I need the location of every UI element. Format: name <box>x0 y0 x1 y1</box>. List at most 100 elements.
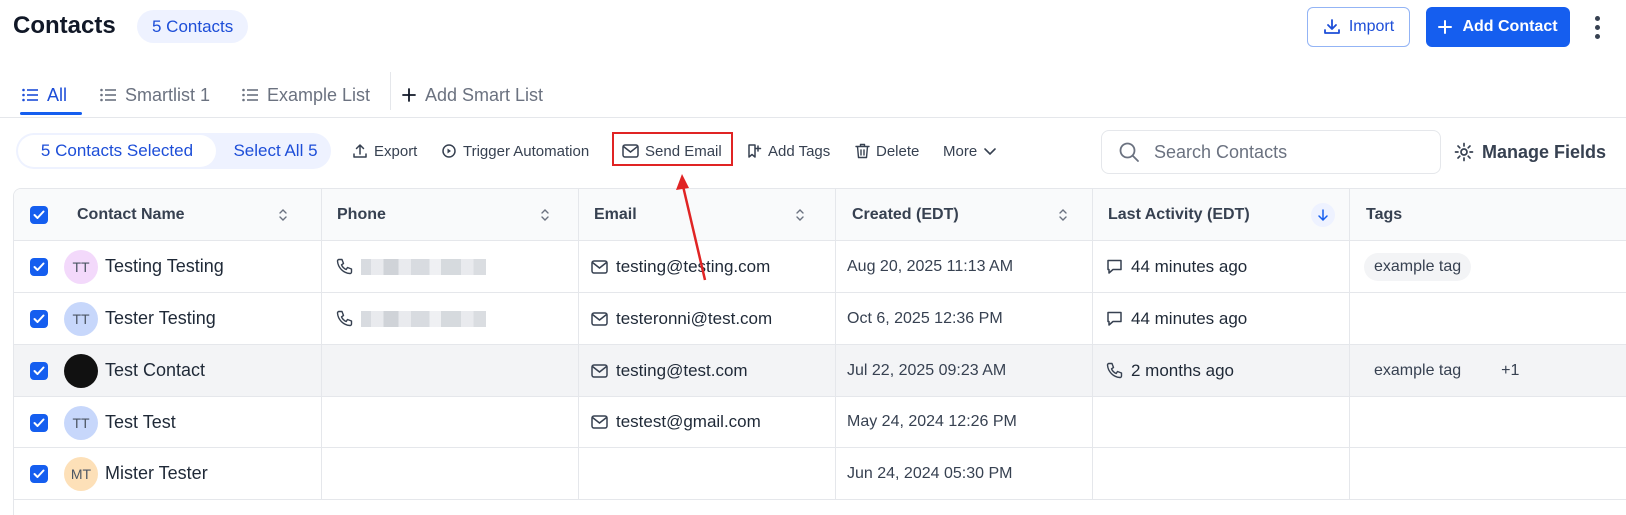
redacted-phone <box>361 310 486 327</box>
sort-descending-icon[interactable] <box>1311 203 1335 227</box>
table-row[interactable]: TT Tester Testing testeronni@test.com Oct 6… <box>14 293 1626 345</box>
export-button[interactable]: Export <box>352 138 417 164</box>
add-smart-list-label: Add Smart List <box>425 84 544 105</box>
column-header-contact-name[interactable]: Contact Name <box>14 189 322 240</box>
row-checkbox[interactable] <box>30 413 48 432</box>
active-tab-indicator <box>20 112 82 115</box>
created-cell: May 24, 2024 12:26 PM <box>836 397 1093 447</box>
tags-cell: example tag +1 <box>1350 345 1626 396</box>
gear-icon <box>1454 142 1474 162</box>
chat-icon <box>1107 311 1122 326</box>
avatar <box>64 354 98 388</box>
table-row[interactable]: Test Contact testing@test.com Jul 22, 2025… <box>14 345 1626 397</box>
row-checkbox[interactable] <box>30 310 48 328</box>
contact-name[interactable]: Testing Testing <box>105 256 224 277</box>
contact-name[interactable]: Test Test <box>105 412 176 433</box>
export-label: Export <box>374 142 418 160</box>
tab-all[interactable]: All <box>22 80 67 110</box>
contact-name-cell[interactable]: TT Testing Testing <box>14 241 322 292</box>
more-label: More <box>943 142 978 160</box>
row-checkbox[interactable] <box>30 362 48 380</box>
more-options-icon[interactable] <box>1586 12 1608 42</box>
created-cell: Jul 22, 2025 09:23 AM <box>836 345 1093 396</box>
table-header-row: Contact Name Phone Email Created (EDT) L… <box>14 189 1626 241</box>
avatar: TT <box>64 405 98 440</box>
tab-example-list[interactable]: Example List <box>242 80 370 110</box>
row-checkbox[interactable] <box>30 258 48 276</box>
table-row[interactable]: TT Test Test testest@gmail.com May 24, 2024… <box>14 397 1626 448</box>
sort-icon[interactable] <box>1056 207 1070 223</box>
check-icon <box>33 469 45 478</box>
contact-name[interactable]: Tester Testing <box>105 308 216 329</box>
more-tags-count[interactable]: +1 <box>1501 362 1519 380</box>
add-tags-button[interactable]: Add Tags <box>746 138 830 164</box>
delete-label: Delete <box>876 142 920 160</box>
download-icon <box>1323 19 1340 34</box>
mail-icon <box>591 259 608 274</box>
contact-name-cell[interactable]: Test Contact <box>14 345 322 396</box>
email-value[interactable]: testing@testing.com <box>616 257 770 277</box>
column-header-tags[interactable]: Tags <box>1350 189 1626 240</box>
sort-icon[interactable] <box>538 207 552 223</box>
column-label: Tags <box>1366 205 1403 223</box>
contact-name-cell[interactable]: TT Test Test <box>14 397 322 447</box>
row-checkbox[interactable] <box>30 465 48 483</box>
contact-name-cell[interactable]: TT Tester Testing <box>14 293 322 344</box>
contacts-selected-button[interactable]: 5 Contacts Selected <box>18 135 216 167</box>
select-all-button[interactable]: Select All 5 <box>222 135 329 167</box>
add-contact-button[interactable]: Add Contact <box>1426 7 1570 47</box>
email-cell: testing@test.com <box>579 345 836 396</box>
column-label: Email <box>594 205 637 223</box>
search-contacts-field[interactable] <box>1101 130 1441 174</box>
list-icon <box>100 88 116 102</box>
tab-label: All <box>47 84 68 105</box>
tab-label: Example List <box>267 84 371 105</box>
sort-icon[interactable] <box>276 207 290 223</box>
contact-name[interactable]: Test Contact <box>105 360 205 381</box>
email-value[interactable]: testest@gmail.com <box>616 412 761 432</box>
tag-chip[interactable]: example tag <box>1364 252 1472 281</box>
trigger-automation-button[interactable]: Trigger Automation <box>441 138 589 164</box>
import-label: Import <box>1348 18 1395 35</box>
table-row[interactable]: TT Testing Testing testing@testing.com Aug … <box>14 241 1626 293</box>
delete-button[interactable]: Delete <box>855 138 919 164</box>
column-header-created[interactable]: Created (EDT) <box>836 189 1093 240</box>
last-activity-cell: 44 minutes ago <box>1093 293 1350 344</box>
mail-icon <box>591 311 608 326</box>
column-header-last-activity[interactable]: Last Activity (EDT) <box>1093 189 1350 240</box>
tags-cell: example tag <box>1350 241 1626 292</box>
avatar: TT <box>64 250 98 284</box>
column-header-phone[interactable]: Phone <box>322 189 579 240</box>
page-title: Contacts <box>13 12 116 39</box>
add-smart-list-button[interactable]: Add Smart List <box>402 80 543 110</box>
email-cell <box>579 448 836 499</box>
manage-fields-button[interactable]: Manage Fields <box>1454 138 1606 166</box>
email-cell: testest@gmail.com <box>579 397 836 447</box>
list-icon <box>242 88 258 102</box>
tab-smartlist-1[interactable]: Smartlist 1 <box>100 80 210 110</box>
created-value: May 24, 2024 12:26 PM <box>847 413 1017 430</box>
tag-chip[interactable]: example tag <box>1364 357 1471 385</box>
email-value[interactable]: testing@test.com <box>616 361 748 381</box>
column-label: Created (EDT) <box>852 205 959 223</box>
table-row[interactable]: MT Mister Tester Jun 24, 2024 05:30 PM <box>14 448 1626 500</box>
contact-name[interactable]: Mister Tester <box>105 463 208 484</box>
email-value[interactable]: testeronni@test.com <box>616 309 772 329</box>
column-header-email[interactable]: Email <box>579 189 836 240</box>
sort-icon[interactable] <box>793 207 807 223</box>
check-icon <box>33 314 45 323</box>
contacts-count-badge: 5 Contacts <box>137 10 249 43</box>
search-input[interactable] <box>1154 141 1414 163</box>
phone-icon <box>1106 362 1123 379</box>
select-all-checkbox[interactable] <box>30 206 48 224</box>
phone-cell <box>322 345 579 396</box>
contact-name-cell[interactable]: MT Mister Tester <box>14 448 322 499</box>
last-activity-cell <box>1093 448 1350 499</box>
check-icon <box>33 366 45 375</box>
tab-label: Smartlist 1 <box>125 84 211 105</box>
import-button[interactable]: Import <box>1307 7 1410 47</box>
manage-fields-label: Manage Fields <box>1482 141 1607 162</box>
more-dropdown[interactable]: More <box>943 138 997 164</box>
tags-cell <box>1350 448 1626 499</box>
phone-icon <box>336 310 353 327</box>
